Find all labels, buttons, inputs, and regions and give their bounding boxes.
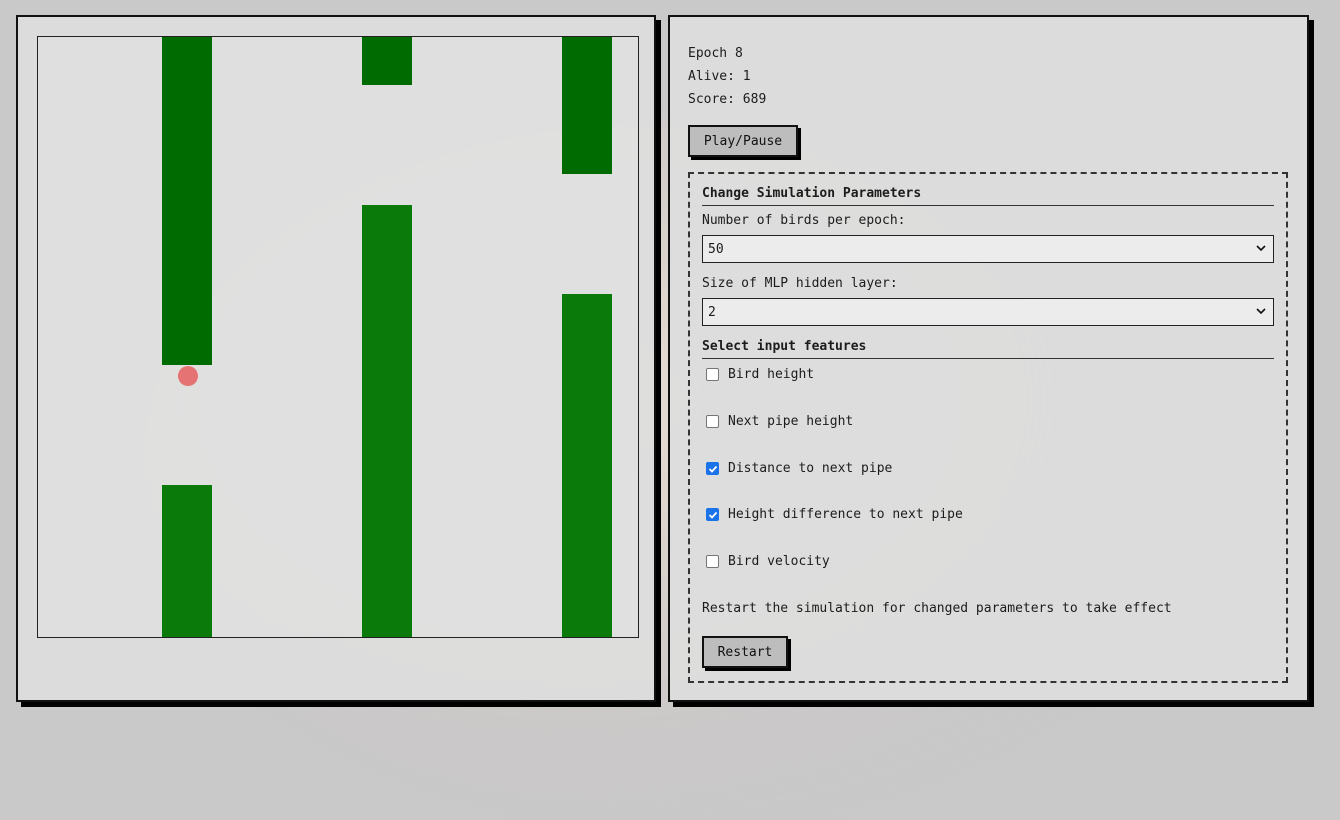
- play-pause-button[interactable]: Play/Pause: [688, 125, 798, 157]
- checkbox-unchecked[interactable]: [706, 555, 719, 568]
- birds-per-epoch-select[interactable]: 50: [702, 235, 1274, 263]
- hidden-layer-select[interactable]: 2: [702, 298, 1274, 326]
- check-icon: [708, 465, 717, 473]
- parameters-box: Change Simulation Parameters Number of b…: [688, 172, 1288, 683]
- game-panel: [16, 15, 656, 702]
- control-panel: Epoch 8 Alive: 1 Score: 689 Play/Pause C…: [668, 15, 1309, 702]
- stats: Epoch 8 Alive: 1 Score: 689: [688, 42, 766, 111]
- birds-per-epoch-value: 50: [708, 241, 724, 257]
- feature-label: Bird height: [728, 367, 815, 382]
- feature-label: Distance to next pipe: [728, 461, 893, 476]
- feature-option[interactable]: Height difference to next pipe: [706, 507, 963, 522]
- checkbox-checked[interactable]: [706, 462, 719, 475]
- restart-button[interactable]: Restart: [702, 636, 788, 668]
- feature-option[interactable]: Distance to next pipe: [706, 461, 892, 476]
- score-text: Score: 689: [688, 92, 767, 107]
- pipe-bottom-3: [562, 294, 612, 637]
- feature-option[interactable]: Bird height: [706, 367, 814, 382]
- alive-text: Alive: 1: [688, 69, 751, 84]
- checkbox-unchecked[interactable]: [706, 368, 719, 381]
- feature-label: Height difference to next pipe: [728, 507, 963, 522]
- bird: [178, 366, 198, 386]
- restart-note: Restart the simulation for changed param…: [702, 601, 1172, 616]
- birds-per-epoch-label: Number of birds per epoch:: [702, 213, 906, 228]
- hidden-layer-label: Size of MLP hidden layer:: [702, 276, 898, 291]
- hidden-layer-value: 2: [708, 304, 716, 320]
- checkbox-unchecked[interactable]: [706, 415, 719, 428]
- pipe-bottom-2: [362, 205, 412, 637]
- pipe-bottom-1: [162, 485, 212, 637]
- game-canvas: [37, 36, 639, 638]
- epoch-text: Epoch 8: [688, 46, 743, 61]
- feature-label: Next pipe height: [728, 414, 854, 429]
- chevron-down-icon: [1256, 245, 1266, 252]
- chevron-down-icon: [1256, 308, 1266, 315]
- feature-option[interactable]: Next pipe height: [706, 414, 853, 429]
- checkbox-checked[interactable]: [706, 508, 719, 521]
- features-title: Select input features: [702, 339, 1274, 359]
- parameters-title: Change Simulation Parameters: [702, 186, 1274, 206]
- pipe-top-3: [562, 37, 612, 174]
- pipe-top-2: [362, 37, 412, 85]
- feature-option[interactable]: Bird velocity: [706, 554, 830, 569]
- pipe-top-1: [162, 37, 212, 365]
- check-icon: [708, 511, 717, 519]
- feature-label: Bird velocity: [728, 554, 830, 569]
